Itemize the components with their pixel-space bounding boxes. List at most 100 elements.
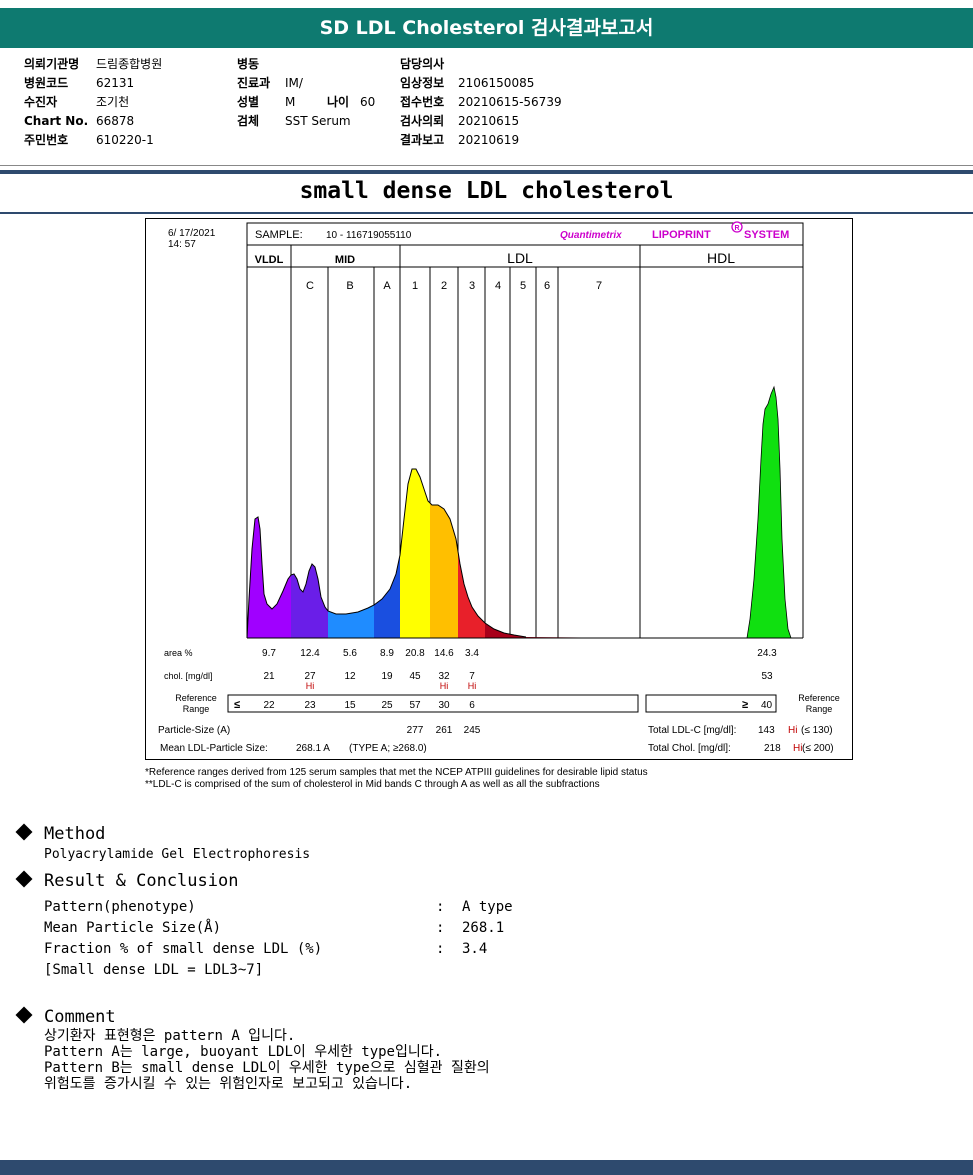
hdl-peak [746, 385, 792, 639]
brand-name: LIPOPRINT [652, 229, 711, 241]
info-label: 임상정보 [400, 76, 445, 90]
divider [0, 212, 973, 214]
hi-flag: Hi [788, 725, 797, 736]
total-chol-ref: (≤ 200) [802, 743, 834, 754]
group-mid: MID [335, 254, 355, 266]
info-label: 검체 [237, 114, 260, 128]
lipoprint-chart: 6/ 17/2021 14: 57 SAMPLE: 10 - 116719055… [145, 218, 853, 760]
sample-label: SAMPLE: [255, 229, 303, 241]
method-heading: Method [44, 824, 106, 844]
method-section: Method Polyacrylamide Gel Electrophoresi… [15, 823, 311, 865]
footer-bar [0, 1160, 973, 1175]
band-label-b: B [346, 280, 353, 292]
result-colon: : [436, 920, 445, 936]
area-value: 14.6 [434, 648, 454, 659]
result-value: A type [462, 899, 513, 915]
info-value: 20210615 [458, 114, 520, 128]
ref-value: 15 [344, 700, 356, 711]
info-label: 진료과 [237, 76, 271, 90]
group-ldl: LDL [507, 250, 533, 266]
chol-value: 45 [409, 671, 421, 682]
divider [0, 165, 973, 166]
chol-value: 21 [263, 671, 275, 682]
group-hdl: HDL [707, 250, 735, 266]
mean-size-value: 268.1 A [296, 743, 330, 754]
info-value: 610220-1 [96, 133, 154, 147]
ref-value: 25 [381, 700, 393, 711]
info-label: 병원코드 [24, 76, 69, 90]
area-value: 8.9 [380, 648, 394, 659]
area-value: 5.6 [343, 648, 357, 659]
result-label: Pattern(phenotype) [44, 899, 196, 915]
info-value: SST Serum [285, 114, 351, 128]
diamond-bullet-icon [15, 1006, 33, 1024]
area-label: area % [164, 648, 193, 658]
chol-value: 53 [761, 671, 773, 682]
info-label: 검사의뢰 [400, 114, 445, 128]
info-col-2: 병동 진료과 IM/ 성별 M 나이 60 검체 SST Serum [237, 55, 375, 131]
group-vldl: VLDL [255, 254, 284, 266]
total-ldl-ref: (≤ 130) [801, 725, 833, 736]
particle-size-value: 261 [436, 725, 453, 736]
hi-flag: Hi [468, 681, 477, 691]
comment-heading: Comment [44, 1007, 116, 1027]
result-value: 268.1 [462, 920, 505, 936]
particle-size-value: 245 [464, 725, 481, 736]
chol-value: 12 [344, 671, 356, 682]
result-row: Mean Particle Size(Å): 268.1 [44, 918, 513, 939]
comment-section: Comment 상기환자 표현형은 pattern A 입니다. Pattern… [15, 1006, 490, 1092]
ref-hdl-value: 40 [761, 700, 773, 711]
footnote: *Reference ranges derived from 125 serum… [145, 767, 648, 778]
chart-date: 6/ 17/2021 [168, 228, 216, 239]
info-value: 2106150085 [458, 76, 535, 90]
info-value: 조기천 [96, 95, 130, 109]
total-ldl-value: 143 [758, 725, 775, 736]
result-row: Fraction % of small dense LDL (%): 3.4 [44, 939, 513, 960]
method-text: Polyacrylamide Gel Electrophoresis [44, 847, 311, 862]
hi-flag: Hi [306, 681, 315, 691]
total-chol-label: Total Chol. [mg/dl]: [648, 743, 731, 754]
result-row: Pattern(phenotype): A type [44, 897, 513, 918]
info-label: 성별 [237, 95, 260, 109]
band-label-a: A [383, 280, 391, 292]
info-value: 드림종합병원 [96, 57, 163, 71]
info-label: 의뢰기관명 [24, 57, 80, 71]
ref-value: 30 [438, 700, 450, 711]
info-value: 66878 [96, 114, 135, 128]
total-ldl-label: Total LDL-C [mg/dl]: [648, 725, 736, 736]
ref-label-right: Reference [798, 693, 840, 703]
result-label: Fraction % of small dense LDL (%) [44, 941, 323, 957]
info-col-3: 담당의사 임상정보 2106150085 접수번호 20210615-56739 검… [400, 55, 562, 150]
result-label: Mean Particle Size(Å) [44, 920, 222, 936]
footnote: **LDL-C is comprised of the sum of chole… [145, 779, 600, 790]
chart-heading: small dense LDL cholesterol [299, 178, 674, 204]
info-label: 수진자 [24, 95, 58, 109]
ref-value: 6 [469, 700, 475, 711]
result-colon: : [436, 899, 445, 915]
particle-size-label: Particle-Size (A) [158, 725, 230, 736]
divider [0, 170, 973, 174]
area-value: 24.3 [757, 648, 777, 659]
diamond-bullet-icon [15, 823, 33, 841]
info-label: 주민번호 [24, 133, 69, 147]
mean-size-type: (TYPE A; ≥268.0) [349, 743, 427, 754]
info-value: M [285, 95, 296, 109]
ref-ge-symbol: ≥ [742, 699, 748, 711]
result-section: Result & Conclusion Pattern(phenotype): A… [15, 870, 513, 981]
brand-suffix: SYSTEM [744, 229, 789, 241]
comment-line: Pattern B는 small dense LDL이 우세한 type으로 심… [44, 1060, 490, 1076]
ref-value: 57 [409, 700, 421, 711]
ref-le-symbol: ≤ [234, 699, 240, 711]
registered-mark: R [734, 225, 739, 232]
ldl-profile [246, 385, 803, 639]
ref-label-right: Range [806, 704, 833, 714]
area-value: 20.8 [405, 648, 425, 659]
info-label: 결과보고 [400, 133, 445, 147]
comment-line: Pattern A는 large, buoyant LDL이 우세한 type입… [44, 1044, 443, 1060]
band-label-5: 5 [520, 280, 526, 292]
band-label-1: 1 [412, 280, 418, 292]
hi-flag: Hi [440, 681, 449, 691]
band-label-6: 6 [544, 280, 550, 292]
result-colon: : [436, 941, 445, 957]
area-value: 9.7 [262, 648, 276, 659]
